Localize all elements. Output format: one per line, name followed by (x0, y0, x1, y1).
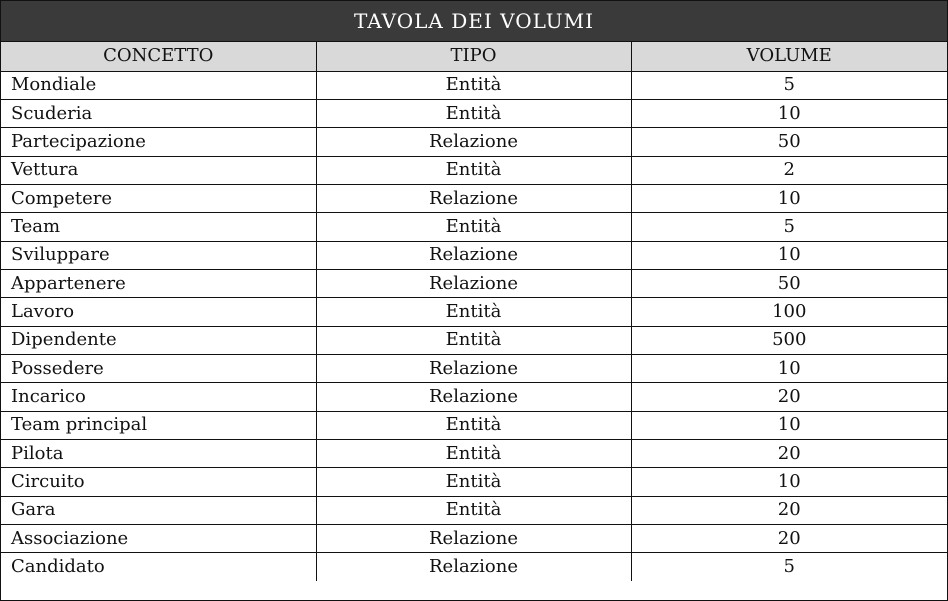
volume-cell: 50 (630, 127, 947, 157)
table-row: Gara Entità 20 (1, 495, 947, 526)
concept-cell: Lavoro (1, 297, 317, 327)
type-cell: Entità (315, 410, 632, 440)
concept-cell: Associazione (1, 523, 317, 554)
table-row: Pilota Entità 20 (1, 438, 947, 469)
type-cell: Relazione (315, 183, 632, 214)
volumes-table: CONCETTO TIPO VOLUME Mondiale Entità 5 S… (1, 42, 947, 582)
volume-cell: 20 (630, 382, 947, 412)
volume-cell: 10 (630, 467, 947, 497)
volume-cell: 10 (630, 183, 947, 214)
concept-cell: Team principal (1, 410, 317, 440)
concept-cell: Gara (1, 495, 317, 526)
table-row: Associazione Relazione 20 (1, 523, 947, 554)
volume-cell: 20 (630, 495, 947, 526)
table-row: Partecipazione Relazione 50 (1, 127, 947, 157)
table-title: TAVOLA DEI VOLUMI (1, 1, 947, 42)
volume-cell: 5 (630, 212, 947, 242)
concept-cell: Possedere (1, 353, 317, 384)
concept-cell: Vettura (1, 155, 317, 185)
table-row: Dipendente Entità 500 (1, 325, 947, 355)
table-row: Incarico Relazione 20 (1, 382, 947, 412)
volume-cell: 500 (630, 325, 947, 355)
type-cell: Relazione (315, 523, 632, 554)
table-row: Appartenere Relazione 50 (1, 268, 947, 299)
concept-cell: Scuderia (1, 98, 317, 129)
type-cell: Relazione (315, 552, 632, 582)
type-cell: Entità (315, 70, 632, 100)
type-cell: Entità (315, 438, 632, 469)
table-row: Possedere Relazione 10 (1, 353, 947, 384)
volumes-table-container: TAVOLA DEI VOLUMI CONCETTO TIPO VOLUME M… (0, 0, 948, 601)
table-row: Vettura Entità 2 (1, 155, 947, 185)
type-cell: Entità (315, 297, 632, 327)
table-row: Mondiale Entità 5 (1, 70, 947, 100)
concept-cell: Pilota (1, 438, 317, 469)
column-header-type: TIPO (315, 42, 632, 72)
table-body: Mondiale Entità 5 Scuderia Entità 10 Par… (1, 70, 947, 582)
table-row: Team Entità 5 (1, 212, 947, 242)
concept-cell: Appartenere (1, 268, 317, 299)
table-row: Candidato Relazione 5 (1, 552, 947, 582)
volume-cell: 5 (630, 552, 947, 582)
type-cell: Entità (315, 212, 632, 242)
volume-cell: 10 (630, 410, 947, 440)
table-header: CONCETTO TIPO VOLUME (1, 42, 947, 72)
volume-cell: 2 (630, 155, 947, 185)
column-header-concept: CONCETTO (1, 42, 317, 72)
concept-cell: Team (1, 212, 317, 242)
type-cell: Relazione (315, 268, 632, 299)
volume-cell: 50 (630, 268, 947, 299)
volume-cell: 10 (630, 353, 947, 384)
concept-cell: Partecipazione (1, 127, 317, 157)
table-row: Competere Relazione 10 (1, 183, 947, 214)
volume-cell: 10 (630, 240, 947, 270)
type-cell: Entità (315, 467, 632, 497)
table-row: Team principal Entità 10 (1, 410, 947, 440)
concept-cell: Candidato (1, 552, 317, 582)
concept-cell: Competere (1, 183, 317, 214)
header-row: CONCETTO TIPO VOLUME (1, 42, 947, 72)
table-row: Sviluppare Relazione 10 (1, 240, 947, 270)
type-cell: Relazione (315, 240, 632, 270)
concept-cell: Incarico (1, 382, 317, 412)
type-cell: Relazione (315, 127, 632, 157)
column-header-volume: VOLUME (630, 42, 947, 72)
volume-cell: 100 (630, 297, 947, 327)
type-cell: Entità (315, 155, 632, 185)
table-row: Lavoro Entità 100 (1, 297, 947, 327)
concept-cell: Dipendente (1, 325, 317, 355)
table-row: Scuderia Entità 10 (1, 98, 947, 129)
volume-cell: 10 (630, 98, 947, 129)
volume-cell: 20 (630, 438, 947, 469)
type-cell: Relazione (315, 382, 632, 412)
type-cell: Relazione (315, 353, 632, 384)
concept-cell: Circuito (1, 467, 317, 497)
volume-cell: 20 (630, 523, 947, 554)
concept-cell: Mondiale (1, 70, 317, 100)
table-row: Circuito Entità 10 (1, 467, 947, 497)
type-cell: Entità (315, 495, 632, 526)
type-cell: Entità (315, 98, 632, 129)
type-cell: Entità (315, 325, 632, 355)
volume-cell: 5 (630, 70, 947, 100)
concept-cell: Sviluppare (1, 240, 317, 270)
